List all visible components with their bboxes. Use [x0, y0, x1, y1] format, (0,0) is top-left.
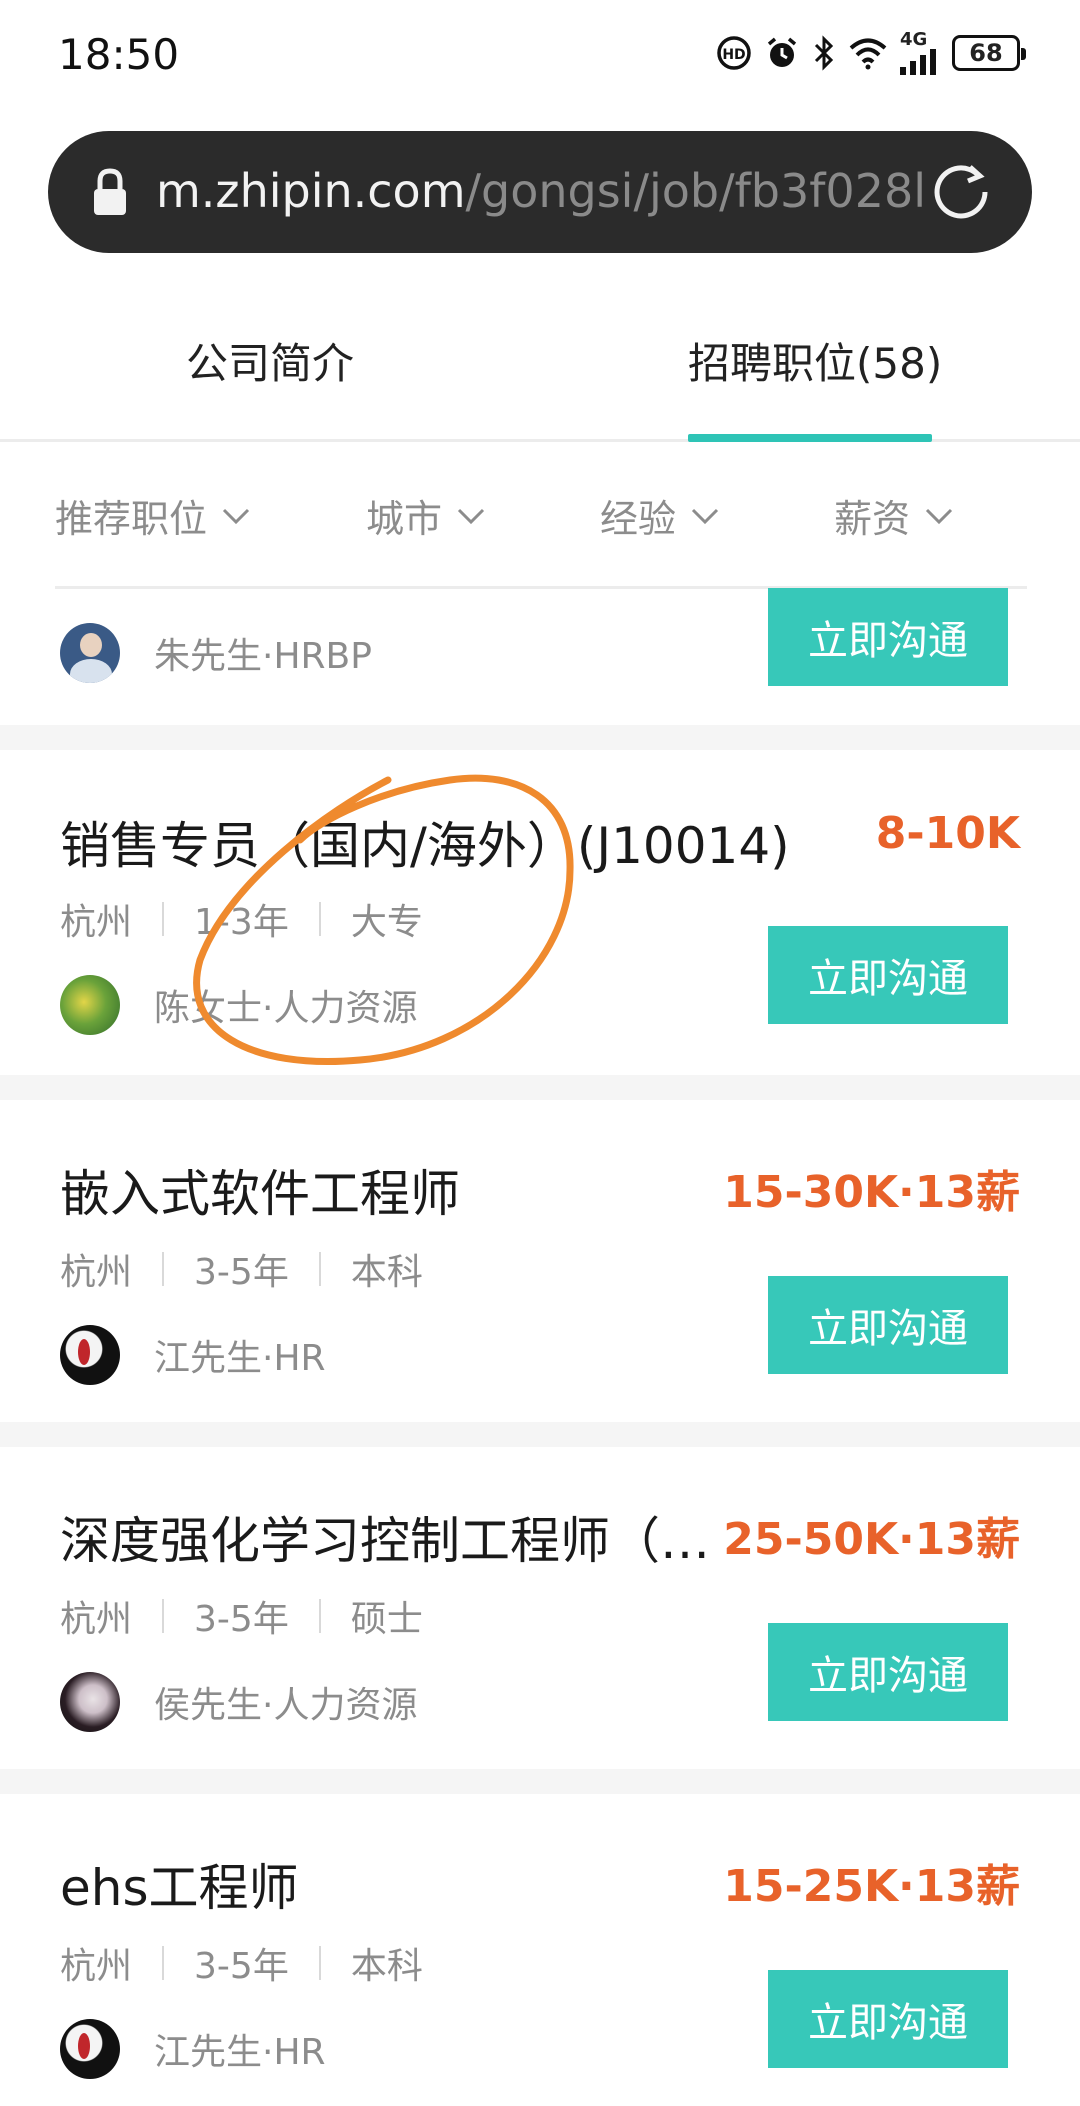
job-card[interactable]: 深度强化学习控制工程师（… 25-50K·13薪 杭州 3-5年 硕士 侯先生·…	[0, 1447, 1080, 1769]
lock-icon	[94, 168, 126, 215]
job-card[interactable]: 嵌入式软件工程师 15-30K·13薪 杭州 3-5年 本科 江先生·HR 立即…	[0, 1100, 1080, 1422]
job-experience: 3-5年	[194, 1946, 289, 1987]
job-experience: 1-3年	[194, 902, 289, 943]
chevron-down-icon	[925, 508, 953, 524]
job-city: 杭州	[60, 1252, 133, 1293]
active-tab-indicator	[688, 434, 932, 442]
job-salary: 8-10K	[875, 808, 1020, 859]
job-education: 大专	[350, 902, 423, 943]
recruiter-name: 朱先生·HRBP	[154, 636, 372, 677]
svg-text:HD: HD	[722, 47, 745, 63]
recruiter-name: 侯先生·人力资源	[154, 1685, 418, 1726]
filter-bar: 推荐职位 城市 经验 薪资	[0, 450, 1080, 586]
job-education: 本科	[350, 1252, 423, 1293]
avatar	[60, 2019, 120, 2079]
chat-now-button[interactable]: 立即沟通	[768, 1970, 1008, 2068]
job-meta: 杭州 3-5年 本科	[60, 1243, 423, 1295]
filter-city[interactable]: 城市	[366, 488, 486, 543]
bluetooth-icon	[812, 35, 836, 71]
divider	[318, 1252, 321, 1286]
tab-job-openings[interactable]: 招聘职位(58)	[688, 330, 942, 391]
recruiter-name: 陈女士·人力资源	[154, 988, 418, 1029]
status-time: 18:50	[58, 30, 180, 79]
url-host: m.zhipin.com	[156, 164, 466, 218]
alarm-icon	[764, 35, 800, 71]
job-salary: 15-30K·13薪	[723, 1167, 1020, 1218]
filter-label: 经验	[600, 497, 677, 541]
url-path: /gongsi/job/fb3f028l	[465, 164, 927, 218]
filter-recommended[interactable]: 推荐职位	[55, 488, 251, 543]
filter-label: 推荐职位	[55, 497, 208, 541]
filter-salary[interactable]: 薪资	[834, 488, 954, 543]
card-separator	[0, 1422, 1080, 1447]
battery-icon: 68	[952, 35, 1026, 71]
job-education: 硕士	[350, 1599, 423, 1640]
avatar	[60, 623, 120, 683]
divider	[162, 1599, 165, 1633]
job-card[interactable]: 销售专员（国内/海外）(J10014) 8-10K 杭州 1-3年 大专 陈女士…	[0, 750, 1080, 1075]
job-meta: 杭州 1-3年 大专	[60, 893, 423, 945]
job-city: 杭州	[60, 1946, 133, 1987]
chat-now-button[interactable]: 立即沟通	[768, 588, 1008, 686]
chat-now-button[interactable]: 立即沟通	[768, 926, 1008, 1024]
job-title[interactable]: ehs工程师	[60, 1848, 299, 1920]
job-city: 杭州	[60, 1599, 133, 1640]
job-title[interactable]: 销售专员（国内/海外）(J10014)	[60, 806, 790, 878]
address-bar[interactable]: m.zhipin.com/gongsi/job/fb3f028l	[48, 131, 1032, 253]
job-salary: 15-25K·13薪	[723, 1861, 1020, 1912]
job-title[interactable]: 深度强化学习控制工程师（…	[60, 1501, 730, 1573]
recruiter: 陈女士·人力资源	[60, 975, 417, 1035]
card-separator	[0, 1075, 1080, 1100]
status-bar: 18:50 HD 4G 68	[0, 0, 1080, 110]
job-card-partial[interactable]: 朱先生·HRBP 立即沟通	[0, 588, 1080, 725]
tab-company-intro[interactable]: 公司简介	[186, 330, 354, 391]
company-tabs: 公司简介 招聘职位(58)	[0, 300, 1080, 442]
job-card[interactable]: ehs工程师 15-25K·13薪 杭州 3-5年 本科 江先生·HR 立即沟通	[0, 1794, 1080, 2106]
job-experience: 3-5年	[194, 1252, 289, 1293]
url-text[interactable]: m.zhipin.com/gongsi/job/fb3f028l	[156, 161, 936, 221]
job-experience: 3-5年	[194, 1599, 289, 1640]
job-title[interactable]: 嵌入式软件工程师	[60, 1154, 460, 1226]
chevron-down-icon	[222, 508, 250, 524]
job-meta: 杭州 3-5年 硕士	[60, 1590, 423, 1642]
recruiter: 朱先生·HRBP	[60, 623, 372, 683]
avatar	[60, 1325, 120, 1385]
avatar	[60, 1672, 120, 1732]
avatar	[60, 975, 120, 1035]
recruiter: 江先生·HR	[60, 2019, 326, 2079]
divider	[318, 1946, 321, 1980]
filter-label: 城市	[366, 497, 443, 541]
filter-label: 薪资	[834, 497, 911, 541]
signal-icon: 4G	[900, 31, 940, 75]
network-type: 4G	[900, 29, 928, 50]
hd-icon: HD	[716, 35, 752, 71]
divider	[162, 1946, 165, 1980]
card-separator	[0, 725, 1080, 750]
divider	[318, 1599, 321, 1633]
recruiter: 江先生·HR	[60, 1325, 326, 1385]
job-salary: 25-50K·13薪	[723, 1514, 1020, 1565]
card-separator	[0, 1769, 1080, 1794]
status-icons: HD 4G 68	[716, 30, 1026, 76]
divider	[318, 902, 321, 936]
chat-now-button[interactable]: 立即沟通	[768, 1623, 1008, 1721]
recruiter: 侯先生·人力资源	[60, 1672, 417, 1732]
filter-experience[interactable]: 经验	[600, 488, 720, 543]
divider	[162, 1252, 165, 1286]
chevron-down-icon	[457, 508, 485, 524]
chevron-down-icon	[691, 508, 719, 524]
divider	[162, 902, 165, 936]
recruiter-name: 江先生·HR	[154, 2032, 326, 2073]
reload-icon[interactable]	[930, 161, 992, 223]
job-meta: 杭州 3-5年 本科	[60, 1937, 423, 1989]
recruiter-name: 江先生·HR	[154, 1338, 326, 1379]
job-education: 本科	[350, 1946, 423, 1987]
wifi-icon	[848, 36, 888, 70]
job-city: 杭州	[60, 902, 133, 943]
chat-now-button[interactable]: 立即沟通	[768, 1276, 1008, 1374]
